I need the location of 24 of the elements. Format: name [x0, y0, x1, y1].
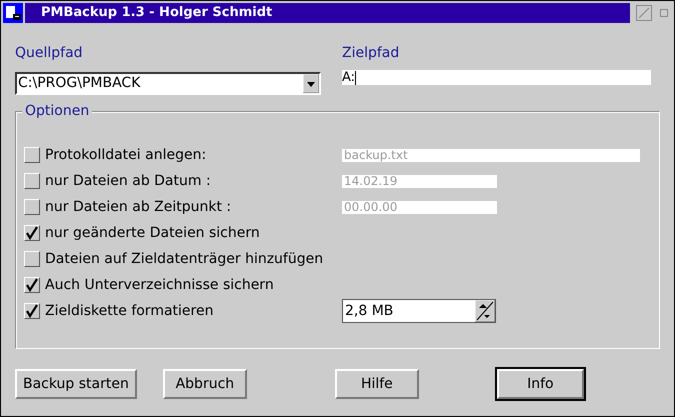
- system-menu-icon[interactable]: [3, 3, 23, 23]
- field-label: Quellpfad: [15, 45, 84, 63]
- dropdown-arrow-icon[interactable]: [303, 74, 319, 93]
- checkbox[interactable]: nur Dateien ab Datum :: [24, 173, 342, 189]
- checkbox[interactable]: nur Dateien ab Zeitpunkt :: [24, 199, 342, 215]
- checkbox[interactable]: Zieldiskette formatieren: [24, 303, 342, 319]
- check-icon: [25, 226, 39, 240]
- spin-arrows-icon[interactable]: [475, 300, 495, 322]
- group-title: Optionen: [22, 103, 92, 119]
- window-title: PMBackup 1.3 - Holger Schmidt: [25, 3, 630, 23]
- input-field[interactable]: A:: [342, 70, 651, 85]
- check-icon: [25, 278, 39, 292]
- dialog-button[interactable]: Abbruch: [162, 369, 247, 399]
- dialog-button[interactable]: Info: [496, 369, 584, 399]
- dialog-button[interactable]: Hilfe: [334, 369, 419, 399]
- path-dropdown[interactable]: C:\PROG\PMBACK: [15, 72, 321, 95]
- checkbox[interactable]: Protokolldatei anlegen:: [24, 147, 342, 163]
- check-icon: [25, 304, 39, 318]
- checkbox[interactable]: Auch Unterverzeichnisse sichern: [24, 277, 342, 293]
- spin-field[interactable]: 2,8 MB: [342, 299, 496, 323]
- checkbox[interactable]: nur geänderte Dateien sichern: [24, 225, 342, 241]
- dialog-button[interactable]: Backup starten: [15, 369, 137, 399]
- checkbox[interactable]: Dateien auf Zieldatenträger hinzufügen: [24, 251, 342, 267]
- field-label: Zielpfad: [342, 45, 400, 63]
